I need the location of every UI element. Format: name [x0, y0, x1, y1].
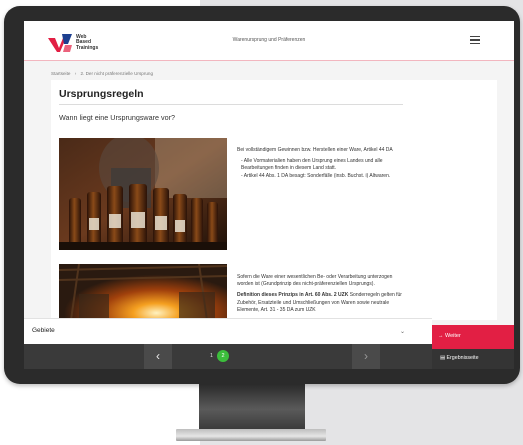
- ergebnisseite-text: Ergebnisseite: [446, 355, 479, 361]
- logo-mark-icon: [48, 34, 72, 52]
- industrial-processing-image: [59, 264, 227, 320]
- breadcrumb: Startseite › 2. Der nicht präferenzielle…: [51, 71, 153, 76]
- monitor-screen: Web Based Trainings Warenursprung und Pr…: [24, 21, 514, 369]
- paragraph-definition: Definition dieses Prinzips in Art. 60 Ab…: [237, 292, 407, 314]
- paragraph-full-production: Bei vollständigem Gewinnen bzw. Herstell…: [237, 147, 393, 153]
- page-subtitle: Wann liegt eine Ursprungsware vor?: [59, 113, 175, 122]
- logo-line: Trainings: [76, 44, 99, 51]
- bottling-line-image: [59, 138, 227, 250]
- monitor-stand-neck: [199, 384, 305, 430]
- chevron-right-icon[interactable]: ›: [352, 344, 380, 369]
- gebiete-label: Gebiete: [32, 327, 55, 334]
- text-block-substantial-processing: Sofern die Ware einer wesentlichen Be- o…: [237, 274, 407, 314]
- monitor-frame: Web Based Trainings Warenursprung und Pr…: [4, 6, 520, 384]
- definition-bold: Definition dieses Prinzips in Art. 60 Ab…: [237, 292, 349, 299]
- gebiete-dropdown[interactable]: Gebiete ⌄: [24, 318, 432, 344]
- breadcrumb-separator: ›: [74, 71, 77, 76]
- hamburger-icon[interactable]: [470, 36, 480, 45]
- bullet-article-44: - Artikel 44 Abs. 1 DA besagt: Sonderfäl…: [241, 172, 391, 179]
- logo-text: Web Based Trainings: [76, 34, 99, 51]
- weiter-label: → Weiter: [438, 333, 461, 339]
- document-icon: ▤: [440, 355, 446, 361]
- breadcrumb-home-link[interactable]: Startseite: [51, 71, 70, 76]
- chevron-left-icon[interactable]: ‹: [144, 344, 172, 369]
- header-title: Warenursprung und Präferenzen: [232, 37, 306, 43]
- monitor-stand-base: [176, 429, 326, 441]
- current-page-indicator[interactable]: 2: [217, 350, 229, 362]
- breadcrumb-current: 2. Der nicht präferenzielle Ursprung: [80, 71, 154, 76]
- title-divider: [59, 104, 403, 105]
- logo: Web Based Trainings: [48, 34, 112, 52]
- paragraph-substantial-processing: Sofern die Ware einer wesentlichen Be- o…: [237, 274, 393, 288]
- bullet-all-materials: - Alle Vormaterialien haben den Ursprung…: [241, 158, 383, 172]
- content-card: Ursprungsregeln Wann liegt eine Ursprung…: [51, 80, 497, 320]
- page-title: Ursprungsregeln: [59, 88, 144, 100]
- app-header: Web Based Trainings Warenursprung und Pr…: [24, 21, 514, 61]
- page-number[interactable]: 1: [210, 353, 213, 359]
- ergebnisseite-button[interactable]: ▤ Ergebnisseite: [432, 349, 514, 369]
- pagination-bar: ‹ 1 2 ›: [24, 344, 432, 369]
- ergebnisseite-label: ▤ Ergebnisseite: [440, 355, 479, 361]
- weiter-button[interactable]: → Weiter: [432, 325, 514, 349]
- chevron-down-icon: ⌄: [400, 329, 406, 335]
- text-block-full-production: Bei vollständigem Gewinnen bzw. Herstell…: [237, 147, 407, 180]
